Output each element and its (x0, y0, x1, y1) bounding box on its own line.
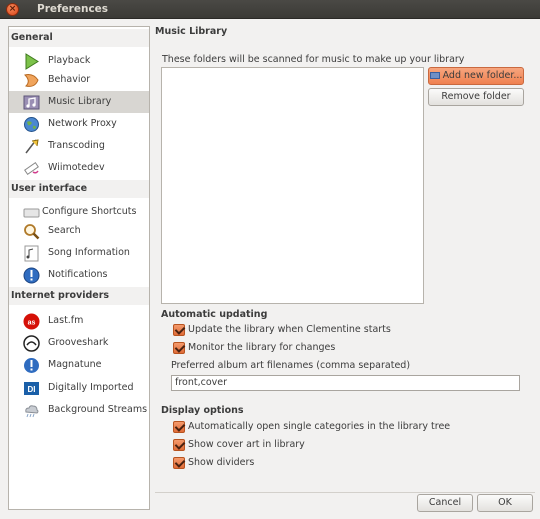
sidebar-item-behavior[interactable]: Behavior (9, 69, 149, 91)
checkbox-label: Show cover art in library (188, 439, 305, 450)
sidebar-item-label: Background Streams (48, 404, 148, 415)
search-icon (24, 224, 40, 240)
sidebar-item-label: Network Proxy (48, 118, 117, 129)
sidebar-item-search[interactable]: Search (9, 220, 149, 242)
lastfm-icon: as (23, 313, 40, 330)
sidebar-item-label: Wiimotedev (48, 162, 105, 173)
sidebar-item-transcoding[interactable]: Transcoding (9, 135, 149, 157)
song-info-icon (24, 245, 39, 262)
music-library-icon (23, 95, 40, 110)
sidebar-item-grooveshark[interactable]: Grooveshark (9, 332, 149, 354)
checkbox-label: Automatically open single categories in … (188, 421, 451, 432)
sidebar-item-label: Music Library (48, 96, 112, 107)
behavior-icon (24, 74, 39, 87)
window-title: Preferences (37, 3, 109, 15)
close-button[interactable]: × (6, 3, 19, 16)
cloud-icon (25, 405, 39, 418)
grooveshark-icon (23, 335, 40, 352)
sidebar-item-label: Search (48, 225, 81, 236)
sidebar-item-background-streams[interactable]: Background Streams (9, 399, 149, 421)
album-art-label: Preferred album art filenames (comma sep… (171, 360, 411, 371)
play-icon (25, 53, 39, 70)
checkbox-label: Monitor the library for changes (188, 342, 336, 353)
sidebar-item-label: Grooveshark (48, 337, 109, 348)
group-header-user-interface: User interface (9, 180, 149, 198)
sidebar-item-notifications[interactable]: Notifications (9, 264, 149, 286)
magnatune-icon (24, 358, 39, 373)
sidebar-item-label: Behavior (48, 74, 91, 85)
group-header-general: General (9, 29, 149, 47)
sidebar-item-digitally-imported[interactable]: DI Digitally Imported (9, 377, 149, 399)
preferences-sidebar: General Playback Behavior Music Library … (8, 26, 150, 510)
svg-text:as: as (28, 320, 36, 327)
page-title: Music Library (155, 26, 228, 37)
svg-text:DI: DI (28, 385, 36, 394)
window-titlebar: × Preferences (0, 0, 540, 19)
add-folder-button[interactable]: Add new folder... (428, 67, 524, 85)
sidebar-item-network-proxy[interactable]: Network Proxy (9, 113, 149, 135)
folder-icon (429, 72, 440, 79)
cancel-button[interactable]: Cancel (417, 494, 473, 512)
transcoding-icon (25, 139, 39, 154)
sidebar-item-label: Magnatune (48, 359, 102, 370)
music-library-page: Music Library These folders will be scan… (155, 26, 535, 512)
sidebar-item-label: Last.fm (48, 315, 84, 326)
sidebar-item-lastfm[interactable]: as Last.fm (9, 310, 149, 332)
globe-icon (24, 117, 39, 132)
checkbox-checked[interactable] (173, 457, 185, 469)
di-icon: DI (24, 382, 39, 395)
display-options-title: Display options (161, 405, 244, 416)
group-header-internet-providers: Internet providers (9, 287, 149, 305)
checkbox-checked[interactable] (173, 421, 185, 433)
album-art-field[interactable]: front,cover (171, 375, 520, 391)
info-icon (23, 267, 40, 284)
checkbox-label: Show dividers (188, 457, 255, 468)
sidebar-item-label: Song Information (48, 247, 130, 258)
sidebar-item-label: Transcoding (48, 140, 105, 151)
sidebar-item-song-information[interactable]: Song Information (9, 242, 149, 264)
checkbox-checked[interactable] (173, 439, 185, 451)
folders-description: These folders will be scanned for music … (162, 54, 465, 65)
checkbox-checked[interactable] (173, 324, 185, 336)
wiimote-icon (24, 162, 39, 175)
checkbox-label: Update the library when Clementine start… (188, 324, 391, 335)
footer-divider (155, 492, 535, 493)
auto-update-title: Automatic updating (161, 309, 268, 320)
sidebar-item-label: Notifications (48, 269, 108, 280)
ok-button[interactable]: OK (477, 494, 533, 512)
sidebar-item-music-library[interactable]: Music Library (9, 91, 149, 113)
keyboard-icon (23, 208, 40, 218)
sidebar-item-magnatune[interactable]: Magnatune (9, 354, 149, 376)
remove-folder-button[interactable]: Remove folder (428, 88, 524, 106)
add-folder-label: Add new folder... (442, 70, 523, 81)
checkbox-checked[interactable] (173, 342, 185, 354)
sidebar-item-label: Digitally Imported (48, 382, 134, 393)
folder-list[interactable] (161, 67, 424, 304)
sidebar-item-wiimotedev[interactable]: Wiimotedev (9, 157, 149, 179)
